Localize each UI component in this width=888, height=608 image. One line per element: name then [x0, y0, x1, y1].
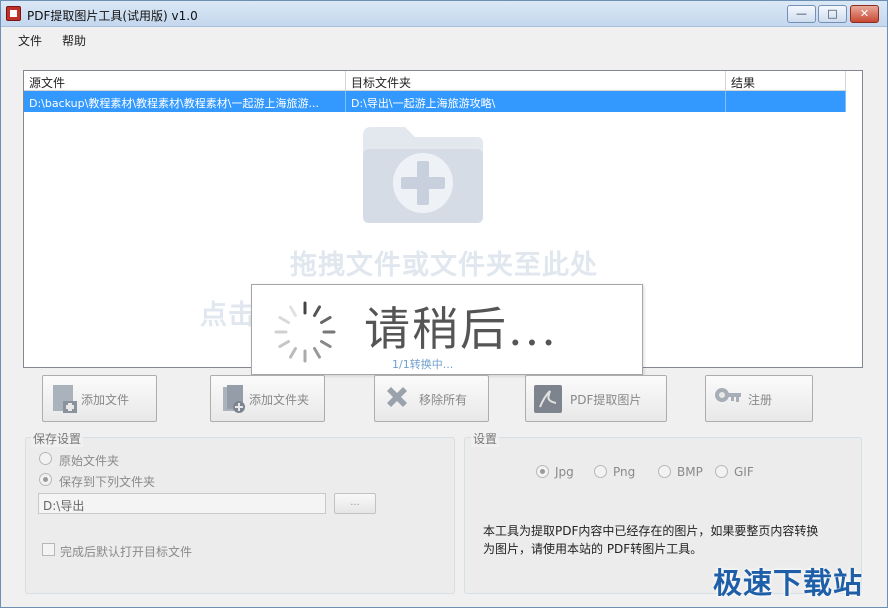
original-folder-label: 原始文件夹 [59, 454, 120, 468]
save-settings-title: 保存设置 [31, 430, 84, 447]
format-gif-label: GIF [734, 465, 754, 479]
add-file-label: 添加文件 [81, 393, 130, 407]
loading-progress: 1/1转换中... [392, 358, 454, 371]
table-row[interactable]: D:\backup\教程素材\教程素材\教程素材\一起游上海旅游... D:\导… [24, 91, 846, 112]
remove-x-icon [387, 387, 407, 407]
format-bmp-label: BMP [677, 465, 703, 479]
radio-save-to-folder[interactable] [39, 473, 52, 486]
register-label: 注册 [748, 393, 773, 407]
output-path-input[interactable]: D:\导出 [38, 493, 326, 514]
add-folder-icon [223, 385, 245, 413]
radio-original-folder[interactable] [39, 452, 52, 465]
cell-result [726, 91, 846, 112]
window-title: PDF提取图片工具(试用版) v1.0 [27, 9, 198, 23]
pdf-icon [534, 385, 562, 413]
add-file-button[interactable]: 添加文件 [42, 375, 157, 422]
format-png-label: Png [613, 465, 636, 479]
add-file-icon [53, 385, 77, 413]
click-hint: 点击 [200, 300, 256, 331]
tool-note: 本工具为提取PDF内容中已经存在的图片，如果要整页内容转换为图片，请使用本站的 … [483, 524, 819, 556]
browse-button[interactable]: ... [334, 493, 376, 514]
open-after-checkbox[interactable] [42, 543, 55, 556]
menu-file[interactable]: 文件 [18, 32, 42, 49]
column-header-source[interactable]: 源文件 [24, 71, 346, 91]
pdf-extract-label: PDF提取图片 [570, 393, 642, 407]
add-folder-label: 添加文件夹 [249, 393, 310, 407]
minimize-button[interactable]: — [787, 5, 816, 23]
menu-bar: 文件 帮助 [1, 27, 887, 51]
radio-format-gif[interactable] [715, 465, 728, 478]
pdf-app-icon [6, 6, 21, 21]
format-jpg-label: Jpg [555, 465, 574, 479]
column-header-result[interactable]: 结果 [726, 71, 846, 91]
maximize-button[interactable]: □ [818, 5, 847, 23]
drop-hint: 拖拽文件或文件夹至此处 [290, 250, 598, 281]
remove-all-button[interactable]: 移除所有 [374, 375, 489, 422]
column-header-target[interactable]: 目标文件夹 [346, 71, 726, 91]
cell-target: D:\导出\一起游上海旅游攻略\ [346, 91, 726, 112]
settings-title: 设置 [471, 430, 500, 447]
maximize-icon: □ [827, 7, 838, 20]
brand-watermark: 极速下载站 [713, 566, 864, 600]
title-bar[interactable]: PDF提取图片工具(试用版) v1.0 — □ ✕ [1, 1, 887, 27]
loading-title: 请稍后... [364, 302, 558, 356]
loading-dialog: 请稍后... 1/1转换中... [251, 284, 643, 375]
add-folder-button[interactable]: 添加文件夹 [210, 375, 325, 422]
register-button[interactable]: 注册 [705, 375, 813, 422]
close-icon: ✕ [859, 7, 870, 20]
radio-format-jpg[interactable] [536, 465, 549, 478]
key-icon [715, 388, 741, 402]
pdf-extract-button[interactable]: PDF提取图片 [525, 375, 667, 422]
app-window: PDF提取图片工具(试用版) v1.0 — □ ✕ 文件 帮助 源文件 目标文件… [0, 0, 888, 608]
open-after-label: 完成后默认打开目标文件 [60, 545, 193, 559]
radio-format-png[interactable] [594, 465, 607, 478]
remove-all-label: 移除所有 [419, 393, 468, 407]
loading-spinner-icon [274, 301, 336, 363]
close-button[interactable]: ✕ [850, 5, 879, 23]
save-to-folder-label: 保存到下列文件夹 [59, 475, 156, 489]
radio-format-bmp[interactable] [658, 465, 671, 478]
minimize-icon: — [796, 7, 807, 20]
cell-source: D:\backup\教程素材\教程素材\教程素材\一起游上海旅游... [24, 91, 346, 112]
add-folder-watermark-icon [363, 127, 483, 223]
menu-help[interactable]: 帮助 [62, 32, 86, 49]
